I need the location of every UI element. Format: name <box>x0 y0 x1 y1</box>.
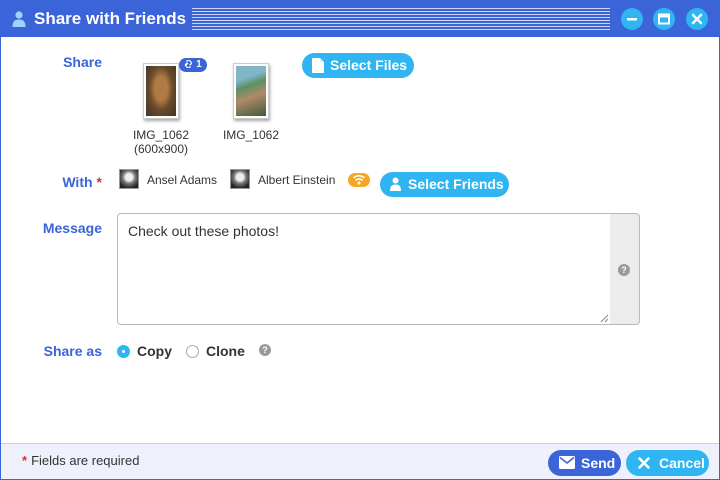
file-item[interactable]: IMG_1062 <box>211 63 291 142</box>
required-fields-note: * Fields are required <box>22 453 140 468</box>
share-label: Share <box>63 54 102 70</box>
send-button[interactable]: Send <box>548 450 621 476</box>
avatar <box>230 169 250 189</box>
window-title: Share with Friends <box>34 9 187 28</box>
select-friends-button[interactable]: Select Friends <box>380 172 509 197</box>
friend-name: Ansel Adams <box>147 173 218 187</box>
close-button[interactable] <box>686 8 708 30</box>
rss-badge[interactable] <box>348 173 370 187</box>
file-item[interactable]: 1 IMG_1062 (600x900) <box>121 58 207 156</box>
file-thumbnail[interactable]: 1 <box>143 58 207 119</box>
clone-radio-label[interactable]: Clone <box>206 343 245 359</box>
required-mark: * <box>96 174 102 190</box>
file-name: IMG_1062 <box>222 128 280 142</box>
share-as-label: Share as <box>43 343 102 359</box>
required-mark: * <box>22 453 28 468</box>
with-label: With * <box>62 174 102 190</box>
title-bar[interactable]: Share with Friends <box>1 1 719 37</box>
link-icon <box>184 59 193 69</box>
file-icon <box>312 58 324 73</box>
close-icon <box>638 457 650 469</box>
message-help-panel: ? <box>610 213 640 325</box>
friend-name: Albert Einstein <box>258 173 336 187</box>
help-icon[interactable]: ? <box>618 264 630 276</box>
copy-radio[interactable] <box>117 345 130 358</box>
copy-radio-label[interactable]: Copy <box>137 343 172 359</box>
maximize-button[interactable] <box>653 8 675 30</box>
rss-icon <box>353 175 365 185</box>
minimize-button[interactable] <box>621 8 643 30</box>
file-dimensions: (600x900) <box>133 142 189 156</box>
avatar <box>119 169 139 189</box>
close-icon <box>691 13 703 25</box>
envelope-icon <box>559 456 575 469</box>
message-textarea[interactable]: Check out these photos! <box>117 213 611 325</box>
minimize-icon <box>627 18 637 21</box>
maximize-icon <box>658 13 670 25</box>
help-icon[interactable]: ? <box>259 344 271 356</box>
title-drag-grip[interactable] <box>192 8 610 30</box>
share-dialog: Share with Friends Share 1 IMG_1062 (600… <box>0 0 720 480</box>
file-thumbnail[interactable] <box>233 63 269 119</box>
clone-radio[interactable] <box>186 345 199 358</box>
resize-handle-icon[interactable] <box>599 313 609 323</box>
user-icon <box>12 11 26 27</box>
message-label: Message <box>42 220 102 236</box>
cancel-button[interactable]: Cancel <box>626 450 709 476</box>
file-name: IMG_1062 (600x900) <box>121 128 201 156</box>
select-files-button[interactable]: Select Files <box>302 53 414 78</box>
user-icon <box>390 177 401 191</box>
link-count-badge: 1 <box>179 58 207 72</box>
